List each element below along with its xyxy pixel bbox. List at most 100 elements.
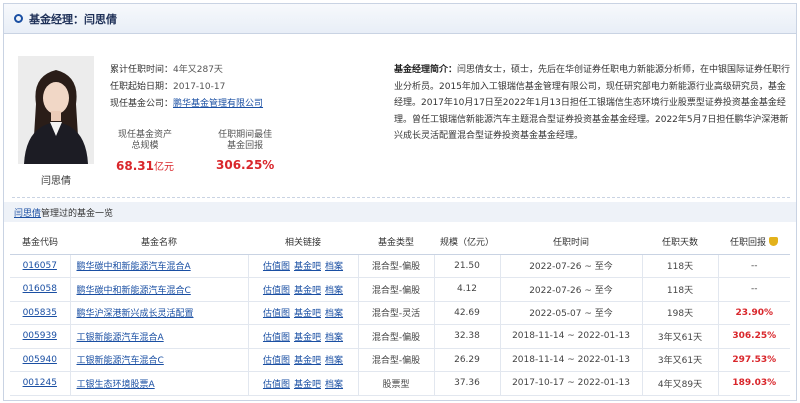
fund-code-link[interactable]: 001245 xyxy=(23,378,57,388)
bio-text: 闫思倩女士，硕士，先后在华创证券任职电力新能源分析师，在中银国际证券任职行业分析… xyxy=(394,65,791,141)
fund-forum-link[interactable]: 基金吧 xyxy=(294,380,321,390)
fund-archive-link[interactable]: 档案 xyxy=(325,333,343,343)
table-body: 016057 鹏华碳中和新能源汽车混合A 估值图 基金吧 档案 混合型-偏股 21.50 20… xyxy=(10,254,790,396)
tenure-days: 118天 xyxy=(641,254,718,278)
fund-forum-link[interactable]: 基金吧 xyxy=(294,309,321,319)
assets-value: 68.31 xyxy=(116,159,154,173)
fund-name-link[interactable]: 鹏华碳中和新能源汽车混合A xyxy=(77,262,191,272)
cell-name: 工银新能源汽车混合C xyxy=(69,348,248,372)
best-return-stat: 任职期间最佳 基金回报 306.25% xyxy=(216,130,274,172)
cell-links: 估值图 基金吧 档案 xyxy=(247,254,358,278)
fund-scale: 26.29 xyxy=(433,348,500,372)
fund-scale: 37.36 xyxy=(433,371,500,396)
start-date-value: 2017-10-17 xyxy=(173,82,226,92)
fund-name-link[interactable]: 鹏华沪深港新兴成长灵活配置 xyxy=(77,309,194,319)
valuation-chart-link[interactable]: 估值图 xyxy=(263,380,290,390)
company-label: 现任基金公司： xyxy=(110,99,174,109)
fund-code-link[interactable]: 005939 xyxy=(23,331,57,341)
valuation-chart-link[interactable]: 估值图 xyxy=(263,262,290,272)
valuation-chart-link[interactable]: 估值图 xyxy=(263,286,290,296)
valuation-chart-link[interactable]: 估值图 xyxy=(263,333,290,343)
manager-name: 闫思倩 xyxy=(41,176,71,187)
tenure-period: 2022-05-07 ~ 至今 xyxy=(499,301,642,325)
fund-forum-link[interactable]: 基金吧 xyxy=(294,286,321,296)
valuation-chart-link[interactable]: 估值图 xyxy=(263,356,290,366)
cell-links: 估值图 基金吧 档案 xyxy=(247,324,358,349)
start-date-label: 任职起始日期： xyxy=(110,82,174,92)
fund-code-link[interactable]: 005940 xyxy=(23,355,57,365)
cell-code: 001245 xyxy=(10,371,70,396)
fund-type: 混合型-偏股 xyxy=(357,324,434,349)
cell-code: 005939 xyxy=(10,324,70,349)
fund-code-link[interactable]: 016057 xyxy=(23,261,57,271)
cell-links: 估值图 基金吧 档案 xyxy=(247,301,358,325)
manager-bio: 基金经理简介：闫思倩女士，硕士，先后在华创证券任职电力新能源分析师，在中银国际证… xyxy=(394,62,792,145)
fund-type: 股票型 xyxy=(357,371,434,396)
tenure-value: 4年又287天 xyxy=(173,65,223,75)
assets-value-line: 68.31亿元 xyxy=(116,158,174,173)
tenure-days: 3年又61天 xyxy=(641,324,718,349)
fund-forum-link[interactable]: 基金吧 xyxy=(294,333,321,343)
fund-name-link[interactable]: 鹏华碳中和新能源汽车混合C xyxy=(77,286,191,296)
circle-bullet-icon xyxy=(14,14,23,23)
tenure-days: 3年又61天 xyxy=(641,348,718,372)
col-header-scale: 规模（亿元） xyxy=(434,230,500,255)
fund-archive-link[interactable]: 档案 xyxy=(325,309,343,319)
cell-links: 估值图 基金吧 档案 xyxy=(247,277,358,302)
return-label-1: 任职期间最佳 xyxy=(218,130,273,140)
tenure-days: 198天 xyxy=(641,301,718,325)
fund-forum-link[interactable]: 基金吧 xyxy=(294,356,321,366)
cell-code: 016057 xyxy=(10,254,70,278)
fund-scale: 32.38 xyxy=(433,324,500,349)
tenure-return: -- xyxy=(717,254,790,278)
cell-name: 鹏华碳中和新能源汽车混合A xyxy=(69,254,248,278)
section-title: 基金经理：闫思倩 xyxy=(29,12,117,26)
bio-label: 基金经理简介： xyxy=(394,65,458,75)
fund-code-link[interactable]: 005835 xyxy=(23,308,57,318)
tenure-period: 2022-07-26 ~ 至今 xyxy=(499,254,642,278)
tenure-days: 4年又89天 xyxy=(641,371,718,396)
table-title-bar: 闫思倩 管理过的基金一览 xyxy=(4,202,796,222)
fund-archive-link[interactable]: 档案 xyxy=(325,356,343,366)
table-row: 016057 鹏华碳中和新能源汽车混合A 估值图 基金吧 档案 混合型-偏股 21.50 20… xyxy=(10,254,790,278)
tenure-return: -- xyxy=(717,277,790,302)
col-header-links: 相关链接 xyxy=(248,230,358,255)
return-value: 306.25% xyxy=(216,158,275,172)
cell-code: 016058 xyxy=(10,277,70,302)
tenure-return: 297.53% xyxy=(717,348,790,372)
fund-archive-link[interactable]: 档案 xyxy=(325,380,343,390)
fund-code-link[interactable]: 016058 xyxy=(23,284,57,294)
cell-code: 005835 xyxy=(10,301,70,325)
assets-unit: 亿元 xyxy=(153,162,174,173)
cell-name: 鹏华沪深港新兴成长灵活配置 xyxy=(69,301,248,325)
col-header-type: 基金类型 xyxy=(358,230,434,255)
fund-name-link[interactable]: 工银新能源汽车混合C xyxy=(77,356,164,366)
fund-manager-panel: 基金经理：闫思倩 闫思倩 累计任职时间：4年又287天 任职起始日期：2017-… xyxy=(3,3,797,401)
manager-name-link[interactable]: 闫思倩 xyxy=(14,206,41,219)
fund-scale: 21.50 xyxy=(433,254,500,278)
fund-name-link[interactable]: 工银新能源汽车混合A xyxy=(77,333,164,343)
fund-scale: 42.69 xyxy=(433,301,500,325)
fund-forum-link[interactable]: 基金吧 xyxy=(294,262,321,272)
valuation-chart-link[interactable]: 估值图 xyxy=(263,309,290,319)
col-header-return: 任职回报 xyxy=(718,230,790,255)
fund-name-link[interactable]: 工银生态环境股票A xyxy=(77,380,155,390)
tenure-period: 2018-11-14 ~ 2022-01-13 xyxy=(499,348,642,372)
col-header-name: 基金名称 xyxy=(70,230,248,255)
fund-archive-link[interactable]: 档案 xyxy=(325,286,343,296)
trophy-icon xyxy=(769,237,778,247)
fund-archive-link[interactable]: 档案 xyxy=(325,262,343,272)
col-header-code: 基金代码 xyxy=(10,230,70,255)
company-link[interactable]: 鹏华基金管理有限公司 xyxy=(173,99,263,109)
cell-name: 工银生态环境股票A xyxy=(69,371,248,396)
assets-label-2: 总规模 xyxy=(131,141,159,151)
cell-name: 鹏华碳中和新能源汽车混合C xyxy=(69,277,248,302)
col-header-days: 任职天数 xyxy=(642,230,718,255)
table-row: 005939 工银新能源汽车混合A 估值图 基金吧 档案 混合型-偏股 32.38 2018-… xyxy=(10,324,790,349)
manager-info: 累计任职时间：4年又287天 任职起始日期：2017-10-17 现任基金公司：… xyxy=(110,62,263,113)
assets-stat: 现任基金资产 总规模 68.31亿元 xyxy=(116,130,174,173)
company-row: 现任基金公司：鹏华基金管理有限公司 xyxy=(110,96,263,113)
tenure-return: 189.03% xyxy=(717,371,790,396)
assets-label-1: 现任基金资产 xyxy=(117,130,172,140)
funds-table: 基金代码 基金名称 相关链接 基金类型 规模（亿元） 任职时间 任职天数 任职回… xyxy=(10,230,790,396)
